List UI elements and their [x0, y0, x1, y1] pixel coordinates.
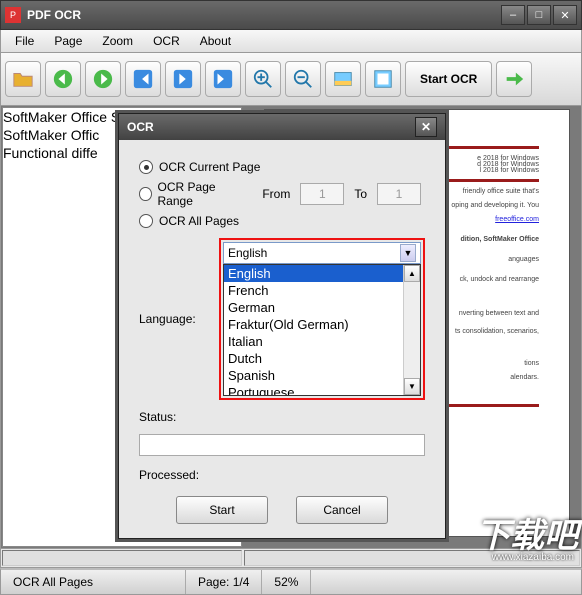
- menu-zoom[interactable]: Zoom: [92, 32, 143, 50]
- fit-width-button[interactable]: [325, 61, 361, 97]
- option-portuguese[interactable]: Portuguese: [224, 384, 420, 396]
- left-hscrollbar[interactable]: [2, 550, 242, 566]
- status-field: [139, 434, 425, 456]
- radio-all-pages[interactable]: OCR All Pages: [139, 214, 425, 228]
- menubar: File Page Zoom OCR About: [0, 30, 582, 53]
- dialog-titlebar: OCR ✕: [119, 114, 445, 140]
- close-button[interactable]: ✕: [553, 5, 577, 25]
- radio-icon: [139, 214, 153, 228]
- dialog-close-button[interactable]: ✕: [415, 117, 437, 137]
- zoom-out-button[interactable]: [285, 61, 321, 97]
- maximize-button[interactable]: □: [527, 5, 551, 25]
- option-german[interactable]: German: [224, 299, 420, 316]
- language-label: Language:: [139, 312, 211, 326]
- dialog-title: OCR: [127, 120, 154, 134]
- fit-page-button[interactable]: [365, 61, 401, 97]
- radio-page-range[interactable]: OCR Page Range From To: [139, 180, 425, 208]
- chevron-down-icon: ▼: [400, 244, 416, 262]
- to-label: To: [354, 187, 367, 201]
- menu-about[interactable]: About: [190, 32, 241, 50]
- language-dropdown-list[interactable]: English French German Fraktur(Old German…: [223, 264, 421, 396]
- option-spanish[interactable]: Spanish: [224, 367, 420, 384]
- goto-page-button[interactable]: [165, 61, 201, 97]
- to-input[interactable]: [377, 183, 421, 205]
- menu-page[interactable]: Page: [44, 32, 92, 50]
- from-label: From: [262, 187, 290, 201]
- highlight-box: English ▼ English French German Fraktur(…: [219, 238, 425, 400]
- status-label: Status:: [139, 410, 211, 424]
- first-page-button[interactable]: [125, 61, 161, 97]
- radio-current-page[interactable]: OCR Current Page: [139, 160, 425, 174]
- app-icon: P: [5, 7, 21, 23]
- scroll-up-icon[interactable]: ▲: [404, 265, 420, 282]
- next-page-button[interactable]: [85, 61, 121, 97]
- menu-ocr[interactable]: OCR: [143, 32, 190, 50]
- scroll-down-icon[interactable]: ▼: [404, 378, 420, 395]
- radio-icon: [139, 160, 153, 174]
- option-fraktur[interactable]: Fraktur(Old German): [224, 316, 420, 333]
- start-ocr-button[interactable]: Start OCR: [405, 61, 492, 97]
- menu-file[interactable]: File: [5, 32, 44, 50]
- status-mode: OCR All Pages: [1, 570, 186, 594]
- minimize-button[interactable]: –: [501, 5, 525, 25]
- open-file-button[interactable]: [5, 61, 41, 97]
- window-title: PDF OCR: [27, 8, 499, 22]
- ocr-dialog: OCR ✕ OCR Current Page OCR Page Range Fr…: [118, 113, 446, 539]
- right-hscrollbar[interactable]: [244, 550, 580, 566]
- language-value: English: [228, 246, 267, 260]
- hscroll-row: [0, 549, 582, 568]
- window-titlebar: P PDF OCR – □ ✕: [0, 0, 582, 30]
- cancel-button[interactable]: Cancel: [296, 496, 388, 524]
- option-dutch[interactable]: Dutch: [224, 350, 420, 367]
- dropdown-scrollbar[interactable]: ▲ ▼: [403, 265, 420, 395]
- language-combobox[interactable]: English ▼: [223, 242, 421, 264]
- processed-label: Processed:: [139, 468, 425, 482]
- option-italian[interactable]: Italian: [224, 333, 420, 350]
- toolbar: Start OCR: [0, 53, 582, 106]
- last-page-button[interactable]: [205, 61, 241, 97]
- option-english[interactable]: English: [224, 265, 420, 282]
- start-button[interactable]: Start: [176, 496, 268, 524]
- status-bar: OCR All Pages Page: 1/4 52%: [0, 568, 582, 595]
- forward-button[interactable]: [496, 61, 532, 97]
- from-input[interactable]: [300, 183, 344, 205]
- zoom-in-button[interactable]: [245, 61, 281, 97]
- status-page: Page: 1/4: [186, 570, 262, 594]
- radio-icon: [139, 187, 152, 201]
- prev-page-button[interactable]: [45, 61, 81, 97]
- option-french[interactable]: French: [224, 282, 420, 299]
- status-zoom: 52%: [262, 570, 311, 594]
